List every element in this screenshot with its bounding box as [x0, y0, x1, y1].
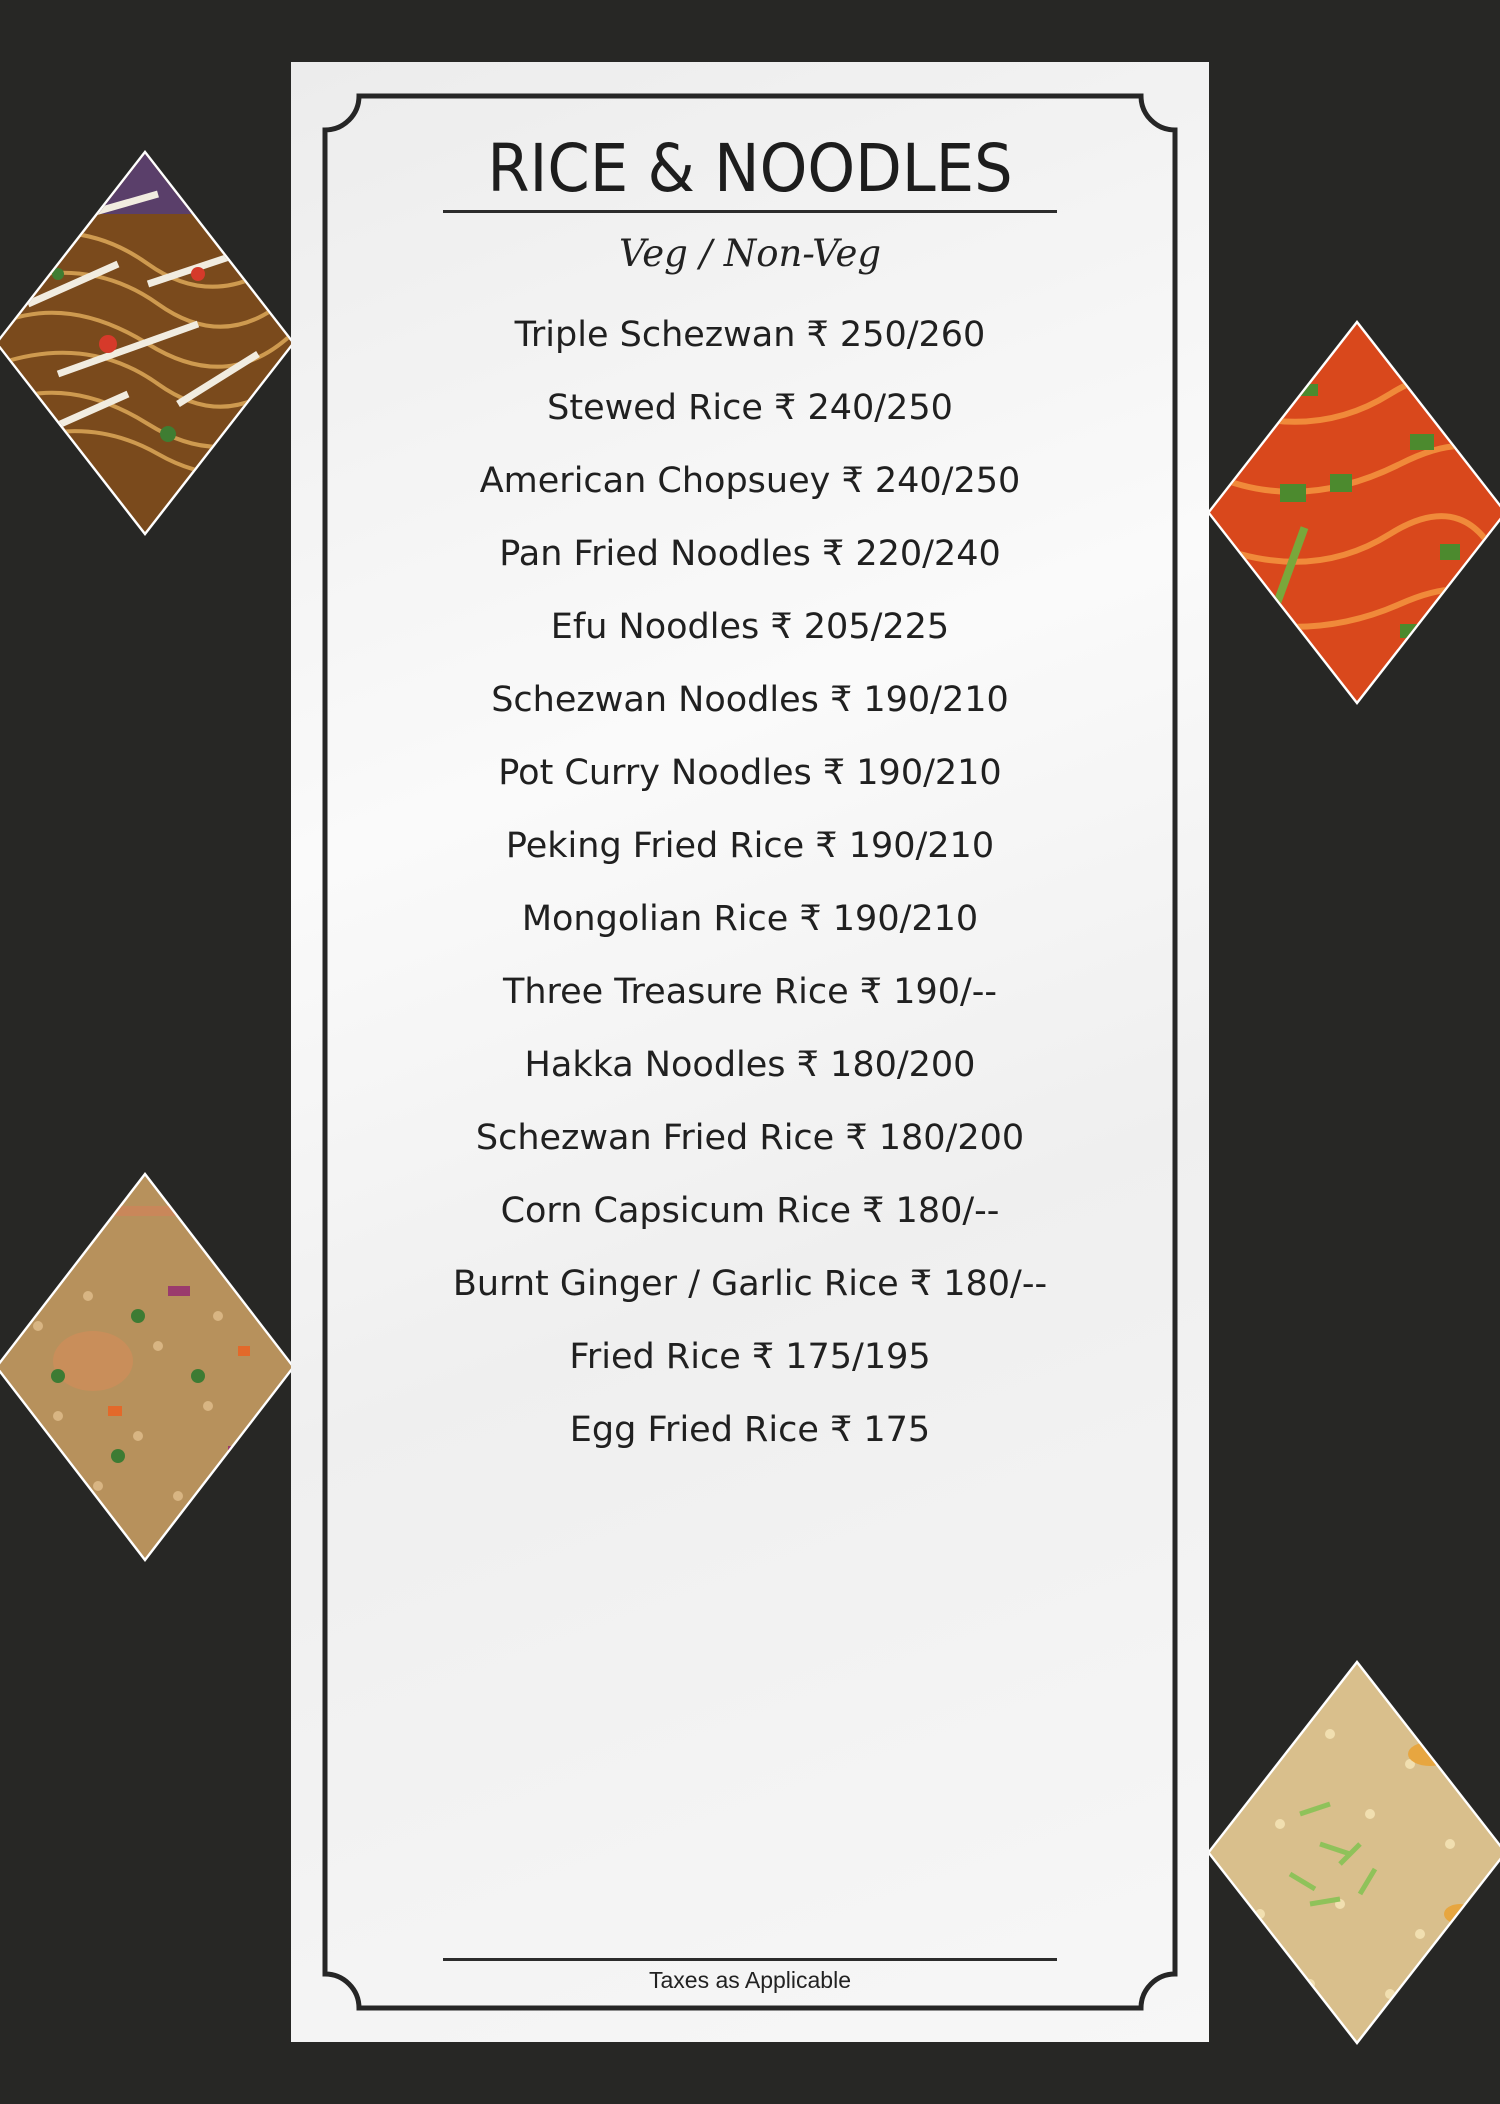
taxes-note: Taxes as Applicable: [648, 1967, 851, 1993]
menu-item: American Chopsuey ₹ 240/250: [479, 461, 1021, 501]
menu-panel: RICE & NOODLES Veg / Non-Veg Triple Sche…: [291, 62, 1209, 2042]
menu-item: Fried Rice ₹ 175/195: [569, 1337, 931, 1377]
menu-title: RICE & NOODLES: [487, 130, 1013, 207]
menu-subtitle: Veg / Non-Veg: [618, 232, 882, 275]
menu-item: Stewed Rice ₹ 240/250: [547, 388, 953, 428]
menu-item: Triple Schezwan ₹ 250/260: [514, 315, 986, 355]
menu-item: Schezwan Fried Rice ₹ 180/200: [475, 1118, 1025, 1158]
egg-fried-rice-photo: [1210, 1664, 1500, 2041]
chicken-fried-rice-photo: [0, 1176, 292, 1558]
hakka-noodles-photo: [0, 154, 292, 532]
menu-item: Hakka Noodles ₹ 180/200: [524, 1045, 976, 1085]
menu-item-list: Triple Schezwan ₹ 250/260 Stewed Rice ₹ …: [291, 299, 1209, 1467]
menu-item: Efu Noodles ₹ 205/225: [550, 607, 950, 647]
footer-divider: [443, 1958, 1057, 1961]
menu-item: Peking Fried Rice ₹ 190/210: [505, 826, 995, 866]
menu-item: Pan Fried Noodles ₹ 220/240: [499, 534, 1001, 574]
menu-item: Corn Capsicum Rice ₹ 180/--: [500, 1191, 1000, 1231]
menu-item: Schezwan Noodles ₹ 190/210: [491, 680, 1009, 720]
chilli-garlic-noodles-photo: [1210, 324, 1500, 701]
menu-item: Burnt Ginger / Garlic Rice ₹ 180/--: [452, 1264, 1048, 1304]
menu-item: Egg Fried Rice ₹ 175: [569, 1410, 931, 1450]
menu-item: Pot Curry Noodles ₹ 190/210: [498, 753, 1002, 793]
title-divider: [443, 210, 1057, 213]
menu-item: Three Treasure Rice ₹ 190/--: [502, 972, 998, 1012]
menu-item: Mongolian Rice ₹ 190/210: [521, 899, 979, 939]
